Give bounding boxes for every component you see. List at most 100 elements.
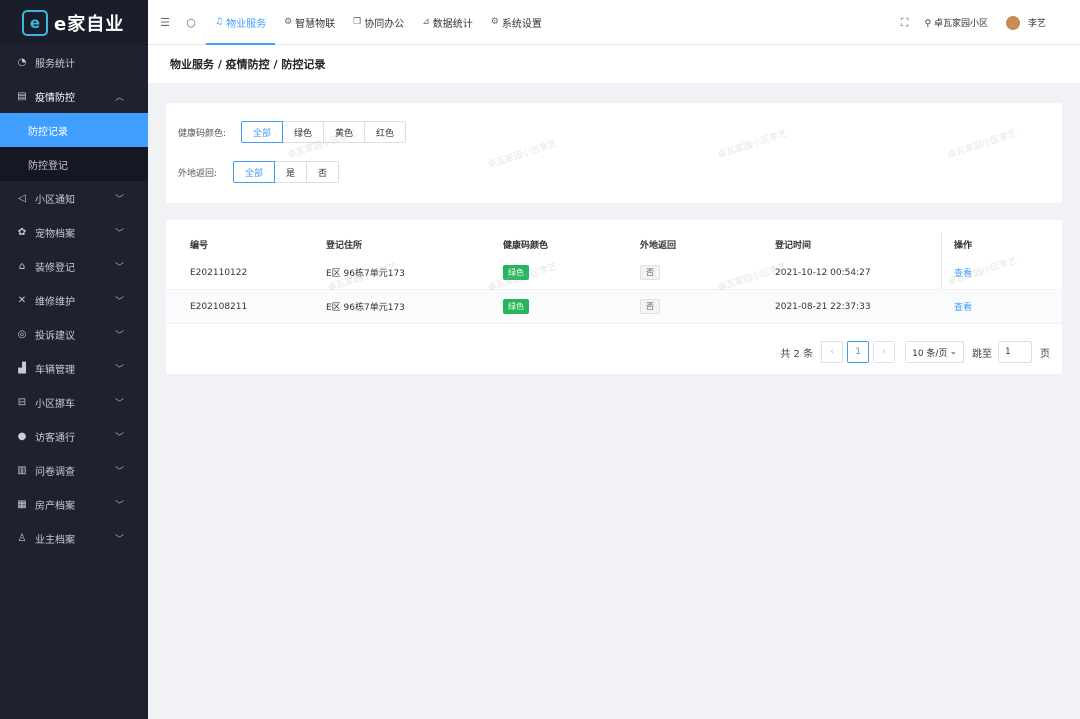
tab-collaboration[interactable]: ❐ 协同办公 <box>344 0 413 45</box>
breadcrumb: 物业服务 / 疫情防控 / 防控记录 <box>148 45 1080 83</box>
cell-time: 2021-10-12 00:54:27 <box>775 267 871 278</box>
sidebar-item-label: 宠物档案 <box>35 228 75 240</box>
refresh-icon[interactable]: ○ <box>182 16 200 29</box>
return-filter-yes[interactable]: 是 <box>274 161 308 183</box>
page-suffix: 页 <box>1040 348 1050 360</box>
health-filter-red[interactable]: 红色 <box>364 121 407 143</box>
sidebar-subitem-label: 防控记录 <box>28 126 68 138</box>
chevron-down-icon: ⌄ <box>949 347 957 357</box>
sidebar-subitem-label: 防控登记 <box>28 160 68 172</box>
pagination: 共 2 条 ‹ 1 › 10 条/页 ⌄ 跳至 1 页 <box>780 341 1050 363</box>
logo-mark-icon: e <box>22 9 48 36</box>
tab-label: 系统设置 <box>501 18 542 30</box>
cell-time: 2021-08-21 22:37:33 <box>775 301 871 312</box>
sidebar-item-property[interactable]: ▦ 房产档案 ﹀ <box>0 487 148 521</box>
sidebar-item-maintenance[interactable]: ✕ 维修维护 ﹀ <box>0 283 148 317</box>
return-filter-all[interactable]: 全部 <box>233 161 276 183</box>
community-name: 卓瓦家园小区 <box>933 19 988 29</box>
copy-icon: ❐ <box>353 17 362 27</box>
table-header: 编号 登记住所 健康码颜色 外地返回 登记时间 操作 <box>166 232 1062 256</box>
sidebar-item-pets[interactable]: ✿ 宠物档案 ﹀ <box>0 215 148 249</box>
building-icon: ▦ <box>17 498 27 510</box>
chevron-down-icon: ﹀ <box>114 330 124 341</box>
tab-property-service[interactable]: ♫ 物业服务 <box>206 0 276 45</box>
return-filter-group: 全部 是 否 <box>233 161 340 183</box>
chevron-down-icon: ﹀ <box>114 500 124 511</box>
home-icon: ⌂ <box>18 260 26 272</box>
sidebar: e e家自业 ◔ 服务统计 ▤ 疫情防控 ︿ 防控记录 防控登记 ◁ 小区通知 … <box>0 0 148 719</box>
header-time: 登记时间 <box>775 240 812 251</box>
brand-name: e家自业 <box>54 13 125 35</box>
sidebar-subitem-records[interactable]: 防控记录 <box>0 113 148 147</box>
watermark: 卓瓦家园小区李艺 <box>486 139 559 171</box>
tab-smart-iot[interactable]: ⚙ 智慧物联 <box>275 0 344 45</box>
records-table: 编号 登记住所 健康码颜色 外地返回 登记时间 操作 E202110122 E区… <box>166 220 1062 374</box>
chevron-down-icon: ﹀ <box>114 466 124 477</box>
returned-tag: 否 <box>640 265 660 280</box>
sidebar-item-epidemic[interactable]: ▤ 疫情防控 ︿ <box>0 79 148 113</box>
fullscreen-icon[interactable]: ⛶ <box>901 16 909 30</box>
sidebar-item-label: 业主档案 <box>35 534 75 546</box>
sidebar-item-notice[interactable]: ◁ 小区通知 ﹀ <box>0 181 148 215</box>
watermark: 卓瓦家园小区李艺 <box>946 129 1019 161</box>
chevron-up-icon: ︿ <box>114 92 124 103</box>
sidebar-item-survey[interactable]: ▥ 问卷调查 ﹀ <box>0 453 148 487</box>
survey-icon: ▥ <box>17 464 27 476</box>
jump-page-input[interactable]: 1 <box>998 341 1032 363</box>
view-link[interactable]: 查看 <box>954 300 972 313</box>
sidebar-item-label: 小区挪车 <box>35 398 75 410</box>
page-number-button[interactable]: 1 <box>847 341 870 363</box>
menu-fold-icon[interactable]: ☰ <box>156 16 174 29</box>
sidebar-item-owners[interactable]: ♙ 业主档案 ﹀ <box>0 521 148 555</box>
page-size-value: 10 条/页 <box>912 348 948 359</box>
table-row: E202110122 E区 96栋7单元173 绿色 否 2021-10-12 … <box>166 256 1062 290</box>
chart-icon: ⊿ <box>422 17 430 27</box>
tab-system-settings[interactable]: ⚙ 系统设置 <box>482 0 551 45</box>
brand-logo[interactable]: e e家自业 <box>0 0 148 45</box>
tab-label: 智慧物联 <box>295 18 336 30</box>
sidebar-item-move-car[interactable]: ⊟ 小区挪车 ﹀ <box>0 385 148 419</box>
tab-statistics[interactable]: ⊿ 数据统计 <box>413 0 482 45</box>
sidebar-item-label: 疫情防控 <box>35 92 75 104</box>
tab-label: 物业服务 <box>226 18 267 30</box>
chevron-down-icon: ﹀ <box>114 194 124 205</box>
jump-label: 跳至 <box>972 348 992 360</box>
user-name[interactable]: 李艺 <box>1028 16 1046 29</box>
topbar-right: ⛶ ⚲ 卓瓦家园小区 李艺 <box>901 0 1046 45</box>
avatar[interactable] <box>1005 15 1020 30</box>
iot-icon: ⚙ <box>284 17 293 27</box>
sidebar-item-label: 问卷调查 <box>35 466 75 478</box>
chevron-down-icon: ﹀ <box>114 432 124 443</box>
return-filter-label: 外地返回: <box>178 168 218 179</box>
return-filter-row: 外地返回: 全部 是 否 <box>178 161 340 183</box>
sidebar-item-label: 房产档案 <box>35 500 75 512</box>
sidebar-item-label: 访客通行 <box>35 432 75 444</box>
sidebar-item-complaints[interactable]: ◎ 投诉建议 ﹀ <box>0 317 148 351</box>
headset-icon: ♫ <box>215 17 224 27</box>
health-filter-row: 健康码颜色: 全部 绿色 黄色 红色 <box>178 121 407 143</box>
returned-tag: 否 <box>640 299 660 314</box>
sidebar-item-visitors[interactable]: ● 访客通行 ﹀ <box>0 419 148 453</box>
sidebar-item-vehicles[interactable]: ▟ 车辆管理 ﹀ <box>0 351 148 385</box>
chevron-down-icon: ﹀ <box>114 534 124 545</box>
chevron-down-icon: ﹀ <box>114 262 124 273</box>
sidebar-subitem-register[interactable]: 防控登记 <box>0 147 148 181</box>
car-icon: ⊟ <box>17 396 27 408</box>
page-size-select[interactable]: 10 条/页 ⌄ <box>905 341 964 363</box>
dashboard-icon: ◔ <box>17 56 27 68</box>
health-tag: 绿色 <box>503 299 529 314</box>
chevron-down-icon: ﹀ <box>114 398 124 409</box>
complaint-icon: ◎ <box>17 328 27 340</box>
return-filter-no[interactable]: 否 <box>306 161 340 183</box>
sidebar-item-label: 投诉建议 <box>35 330 75 342</box>
tab-label: 协同办公 <box>364 18 405 30</box>
community-selector[interactable]: ⚲ 卓瓦家园小区 <box>925 16 988 29</box>
visitor-icon: ● <box>17 430 27 442</box>
sidebar-item-renovation[interactable]: ⌂ 装修登记 ﹀ <box>0 249 148 283</box>
header-action: 操作 <box>954 240 973 251</box>
prev-page-button[interactable]: ‹ <box>821 341 844 363</box>
sidebar-item-service-stats[interactable]: ◔ 服务统计 <box>0 45 148 79</box>
next-page-button[interactable]: › <box>873 341 896 363</box>
filter-panel: 健康码颜色: 全部 绿色 黄色 红色 外地返回: 全部 是 否 卓瓦家园小区李艺… <box>166 103 1062 203</box>
health-filter-all[interactable]: 全部 <box>241 121 284 143</box>
